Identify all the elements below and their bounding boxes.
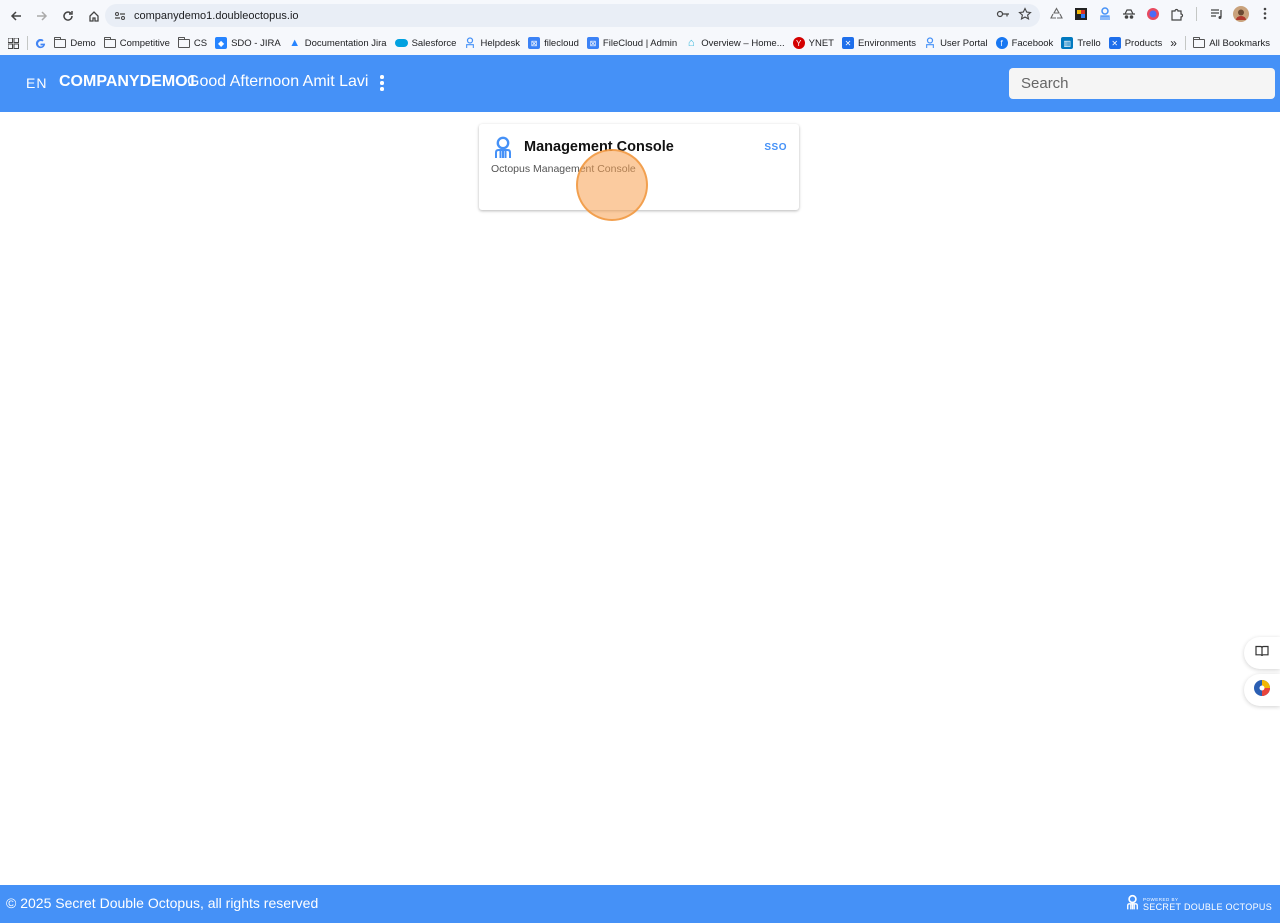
bookmark-label: Documentation Jira (304, 37, 387, 49)
bookmark-demo[interactable]: Demo (50, 33, 99, 53)
jira-icon: ◆ (215, 37, 228, 49)
page: companydemo1.doubleoctopus.io Demo Compe… (0, 0, 1280, 923)
footer: © 2025 Secret Double Octopus, all rights… (0, 885, 1280, 923)
site-info-icon[interactable] (110, 6, 130, 26)
octopus-icon (924, 37, 936, 49)
book-icon (1255, 644, 1269, 662)
browser-toolbar: companydemo1.doubleoctopus.io (0, 0, 1280, 31)
bookmark-label: CS (193, 37, 208, 49)
apps-grid-icon[interactable] (0, 33, 23, 53)
folder-icon (177, 36, 190, 48)
bookmark-filecloud[interactable]: ⊠ filecloud (524, 33, 583, 53)
x-icon: ✕ (841, 37, 854, 49)
forward-icon[interactable] (30, 4, 54, 28)
bookmark-user-portal[interactable]: User Portal (920, 33, 992, 53)
profile-avatar-icon[interactable] (1232, 5, 1249, 22)
bookmark-label: Environments (857, 37, 917, 49)
back-icon[interactable] (4, 4, 28, 28)
search-input[interactable] (1009, 68, 1275, 99)
octopus-logo-icon (492, 136, 514, 160)
octopus-extension-icon[interactable] (1096, 5, 1113, 22)
bookmark-trello[interactable]: ▥ Trello (1057, 33, 1104, 53)
bookmark-label: Products (1124, 37, 1163, 49)
bookmark-label: SDO - JIRA (231, 37, 281, 49)
reader-mode-button[interactable] (1244, 637, 1280, 669)
more-bookmarks-button[interactable]: » (1166, 33, 1181, 53)
globe-icon (1253, 679, 1271, 702)
salesforce-icon (394, 39, 408, 47)
octopus-logo-icon (1125, 894, 1140, 916)
bookmark-overview[interactable]: ⌂ Overview – Home... (681, 33, 788, 53)
bookmark-environments[interactable]: ✕ Environments (838, 33, 920, 53)
x-icon: ✕ (1108, 37, 1121, 49)
language-selector[interactable]: EN (26, 75, 47, 91)
bookmark-label: FileCloud | Admin (602, 37, 678, 49)
filecloud-icon: ⊠ (586, 37, 599, 49)
atlassian-icon: ▲ (289, 37, 301, 49)
app-header: EN COMPANYDEMO1 Good Afternoon Amit Lavi (0, 55, 1280, 112)
bookmark-salesforce[interactable]: Salesforce (391, 33, 461, 53)
octopus-icon (464, 37, 476, 49)
greeting-text: Good Afternoon Amit Lavi (187, 73, 369, 90)
bookmark-helpdesk[interactable]: Helpdesk (460, 33, 524, 53)
powered-by-logo: POWERED BY SECRET DOUBLE OCTOPUS (1125, 894, 1272, 916)
google-icon[interactable] (31, 33, 50, 53)
folder-icon (54, 36, 67, 48)
reload-icon[interactable] (56, 4, 80, 28)
bookmark-facebook[interactable]: f Facebook (992, 33, 1058, 53)
home-icon[interactable] (82, 4, 106, 28)
bookmark-products[interactable]: ✕ Products (1105, 33, 1167, 53)
color-extension-button[interactable] (1244, 674, 1280, 706)
extensions-area (1048, 5, 1273, 22)
all-bookmarks-label: All Bookmarks (1209, 37, 1270, 49)
bookmark-label: Facebook (1011, 37, 1054, 49)
bookmark-label: YNET (808, 37, 834, 49)
click-indicator (576, 149, 648, 221)
folder-icon (1193, 36, 1206, 48)
bookmark-star-icon[interactable] (1018, 7, 1032, 26)
extensions-puzzle-icon[interactable] (1168, 5, 1185, 22)
trello-icon: ▥ (1061, 37, 1074, 49)
media-control-icon[interactable] (1208, 5, 1225, 22)
bookmark-label: Salesforce (411, 37, 457, 49)
browser-menu-icon[interactable] (1256, 5, 1273, 22)
shield-extension-icon[interactable] (1144, 5, 1161, 22)
bookmark-documentation-jira[interactable]: ▲ Documentation Jira (285, 33, 391, 53)
folder-icon (103, 36, 116, 48)
bookmark-label: Overview – Home... (701, 37, 785, 49)
bookmark-cs[interactable]: CS (174, 33, 211, 53)
password-key-icon[interactable] (996, 7, 1010, 26)
filecloud-icon: ⊠ (528, 37, 541, 49)
copyright-text: © 2025 Secret Double Octopus, all rights… (6, 895, 319, 911)
company-name: COMPANYDEMO1 (59, 73, 197, 90)
all-bookmarks-button[interactable]: All Bookmarks (1189, 33, 1280, 53)
ynet-icon: Y (792, 37, 805, 49)
bookmark-ynet[interactable]: Y YNET (789, 33, 838, 53)
bookmark-label: Demo (70, 37, 96, 49)
bookmark-label: User Portal (940, 37, 988, 49)
bookmarks-bar: Demo Competitive CS ◆ SDO - JIRA ▲ Documen… (0, 31, 1280, 55)
bookmark-label: Helpdesk (480, 37, 521, 49)
address-bar[interactable]: companydemo1.doubleoctopus.io (105, 4, 1040, 27)
bookmark-label: filecloud (544, 37, 579, 49)
sso-badge: SSO (764, 142, 787, 153)
url-text: companydemo1.doubleoctopus.io (134, 9, 299, 22)
spy-extension-icon[interactable] (1120, 5, 1137, 22)
bookmark-label: Trello (1077, 37, 1101, 49)
toolbar-divider (1196, 6, 1197, 21)
bookmark-sdo-jira[interactable]: ◆ SDO - JIRA (211, 33, 285, 53)
bookmark-filecloud-admin[interactable]: ⊠ FileCloud | Admin (583, 33, 681, 53)
overview-icon: ⌂ (687, 37, 695, 49)
facebook-icon: f (995, 37, 1008, 49)
brand-name: SECRET DOUBLE OCTOPUS (1143, 901, 1272, 912)
recycle-extension-icon[interactable] (1048, 5, 1065, 22)
bookmark-competitive[interactable]: Competitive (100, 33, 174, 53)
bookmark-label: Competitive (119, 37, 170, 49)
colorful-extension-icon[interactable] (1072, 5, 1089, 22)
more-options-icon[interactable] (374, 72, 390, 94)
